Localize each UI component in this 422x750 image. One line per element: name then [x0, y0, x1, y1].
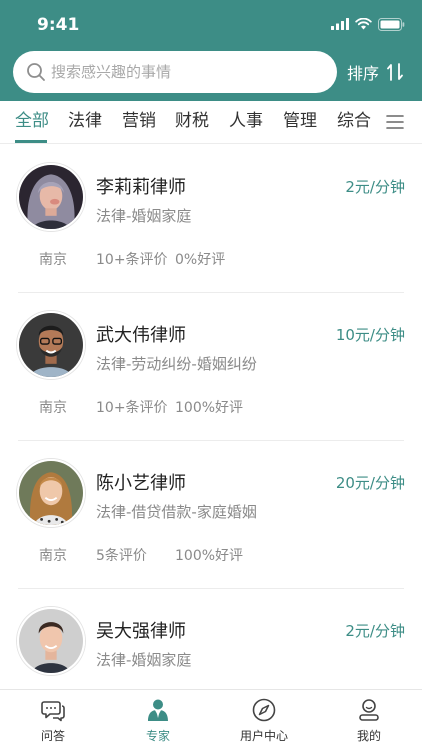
city: 南京 — [39, 548, 67, 564]
search-input[interactable] — [51, 51, 321, 93]
search-row: 排序 — [0, 51, 422, 93]
signal-icon — [331, 18, 349, 30]
status-icons — [331, 17, 405, 31]
compass-icon — [252, 698, 276, 722]
profile-icon — [359, 699, 379, 721]
positive-rate: 100%好评 — [175, 548, 244, 564]
header: 9:41 搜索感兴趣的事情 排序 — [0, 0, 422, 101]
category-tabs: 全部 法律 营销 财税 人事 管理 综合 — [0, 101, 422, 144]
review-count: 10+条评价 — [96, 252, 168, 268]
lawyer-card[interactable]: 陈小艺律师 20元/分钟 法律-借贷借款-家庭婚姻 南京 5条评价 100%好评 — [0, 441, 422, 589]
sort-arrows-icon — [387, 63, 403, 81]
sort-label: 排序 — [347, 64, 380, 83]
review-count: 5条评价 — [96, 548, 147, 564]
bottom-tab-bar: 问答 专家 用户中心 我的 — [0, 689, 422, 750]
tabbar-qa[interactable]: 问答 — [8, 690, 98, 750]
tab-finance-tax[interactable]: 财税 — [175, 101, 209, 144]
lawyer-name: 吴大强律师 — [96, 621, 186, 642]
tab-law[interactable]: 法律 — [68, 101, 102, 144]
chat-bubble-icon — [41, 701, 65, 722]
search-box[interactable] — [13, 51, 337, 93]
lawyer-name: 陈小艺律师 — [96, 473, 186, 494]
avatar — [17, 607, 85, 675]
price-per-minute: 20元/分钟 — [335, 474, 405, 492]
lawyer-category: 法律-劳动纠纷-婚姻纠纷 — [96, 355, 257, 373]
review-count: 10+条评价 — [96, 400, 168, 416]
price-per-minute: 2元/分钟 — [345, 622, 405, 640]
expert-icon — [148, 699, 168, 721]
lawyer-card[interactable]: 吴大强律师 2元/分钟 法律-婚姻家庭 — [0, 589, 422, 689]
lawyer-category: 法律-借贷借款-家庭婚姻 — [96, 503, 257, 521]
tab-hr[interactable]: 人事 — [229, 101, 263, 144]
tabbar-label: 问答 — [40, 729, 65, 743]
lawyer-category: 法律-婚姻家庭 — [96, 651, 192, 669]
tab-all[interactable]: 全部 — [15, 101, 49, 144]
tabbar-user-center[interactable]: 用户中心 — [219, 690, 309, 750]
lawyer-card[interactable]: 李莉莉律师 2元/分钟 法律-婚姻家庭 南京 10+条评价 0%好评 — [0, 145, 422, 293]
status-time: 9:41 — [37, 15, 80, 35]
avatar — [17, 311, 85, 379]
battery-icon — [378, 17, 405, 31]
avatar — [17, 459, 85, 527]
menu-icon[interactable] — [386, 113, 404, 131]
city: 南京 — [39, 400, 67, 416]
tabbar-label: 我的 — [356, 729, 381, 743]
tabbar-experts[interactable]: 专家 — [113, 690, 203, 750]
lawyer-card[interactable]: 武大伟律师 10元/分钟 法律-劳动纠纷-婚姻纠纷 南京 10+条评价 100%… — [0, 293, 422, 441]
tab-general[interactable]: 综合 — [337, 101, 371, 144]
active-tab-indicator — [15, 140, 47, 143]
lawyer-list: 李莉莉律师 2元/分钟 法律-婚姻家庭 南京 10+条评价 0%好评 武大伟律师… — [0, 145, 422, 689]
tabbar-label: 专家 — [145, 729, 170, 743]
search-icon — [27, 63, 45, 81]
tabbar-label: 用户中心 — [239, 729, 288, 743]
avatar — [17, 163, 85, 231]
lawyer-category: 法律-婚姻家庭 — [96, 207, 192, 225]
positive-rate: 100%好评 — [175, 400, 244, 416]
tab-marketing[interactable]: 营销 — [122, 101, 156, 144]
positive-rate: 0%好评 — [175, 252, 226, 268]
lawyer-name: 武大伟律师 — [96, 325, 186, 346]
city: 南京 — [39, 252, 67, 268]
sort-button[interactable]: 排序 — [347, 51, 411, 93]
price-per-minute: 10元/分钟 — [335, 326, 405, 344]
tabbar-mine[interactable]: 我的 — [324, 690, 414, 750]
tab-management[interactable]: 管理 — [283, 101, 317, 144]
status-bar: 9:41 — [0, 0, 422, 46]
wifi-icon — [355, 18, 372, 30]
lawyer-name: 李莉莉律师 — [96, 177, 186, 198]
price-per-minute: 2元/分钟 — [345, 178, 405, 196]
